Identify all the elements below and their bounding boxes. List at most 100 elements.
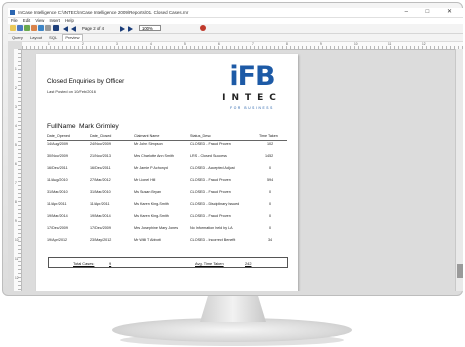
fullname-value: Mark Grimley bbox=[79, 123, 119, 130]
ruler-mark: 11 bbox=[388, 42, 392, 46]
column-header-date-opened: Date_Opened bbox=[47, 134, 70, 138]
table-row: 17/Dec/2009 17/Dec/2009 Mrs Josephine Ma… bbox=[36, 226, 298, 236]
cell-date-opened: 14/Aug/2009 bbox=[47, 142, 68, 146]
logo-sub: INTEC bbox=[222, 93, 282, 103]
avg-time-label: Avg. Time Taken bbox=[195, 261, 224, 266]
cell-date-closed: 21/Nov/2013 bbox=[90, 154, 111, 158]
cell-time-taken: 0 bbox=[269, 214, 272, 218]
cell-date-opened: 31/Mar/2010 bbox=[47, 190, 68, 194]
table-row: 19/Apr/2012 23/May/2012 Mr Willi T Abbot… bbox=[36, 238, 298, 248]
cell-time-taken: 0 bbox=[269, 166, 272, 170]
column-header-date-closed: Date_Closed bbox=[90, 134, 112, 138]
ifb-intec-logo: iFB INTEC FOR BUSINESS bbox=[219, 62, 285, 116]
ruler-mark: 5 bbox=[15, 143, 17, 147]
cell-claimant-name: Ms Susan Bryan bbox=[134, 190, 162, 194]
ruler-mark: 9 bbox=[320, 42, 322, 46]
vertical-scrollbar[interactable] bbox=[455, 49, 463, 291]
ruler-mark: 8 bbox=[15, 200, 17, 204]
fullname-label: FullName bbox=[47, 123, 76, 130]
cell-time-taken: 0 bbox=[269, 202, 272, 206]
print-icon[interactable] bbox=[38, 25, 44, 31]
zoom-select[interactable]: 100% bbox=[139, 25, 161, 31]
monitor-stand-neck bbox=[200, 296, 266, 322]
ruler-mark: 10 bbox=[354, 42, 358, 46]
view-tabs: Query Layout SQL Preview bbox=[8, 34, 463, 41]
cell-date-closed: 11/Apr/2011 bbox=[90, 202, 110, 206]
open-icon[interactable] bbox=[10, 25, 16, 31]
last-posted-date: Last Posted on 10/Feb/2016 bbox=[47, 89, 96, 94]
last-page-icon[interactable] bbox=[128, 26, 133, 32]
ruler-mark: 12 bbox=[422, 42, 426, 46]
settings-icon[interactable] bbox=[45, 25, 51, 31]
stop-icon[interactable] bbox=[200, 25, 206, 31]
ruler-mark: 3 bbox=[15, 105, 17, 109]
vertical-ruler: 1 2 3 4 5 6 7 8 9 10 11 12 bbox=[14, 49, 22, 291]
ruler-mark: 12 bbox=[15, 276, 19, 280]
ruler-mark: 2 bbox=[82, 42, 84, 46]
totals-box: Total Cases: 9 Avg. Time Taken 242 bbox=[48, 257, 288, 268]
table-row: 30/Nov/2009 21/Nov/2013 Mrs Charlotte An… bbox=[36, 154, 298, 164]
tab-preview[interactable]: Preview bbox=[62, 34, 83, 41]
table-row: 19/Mar/2014 19/Mar/2014 Ms Karen King-Sm… bbox=[36, 214, 298, 224]
ruler-mark: 6 bbox=[218, 42, 220, 46]
header-divider bbox=[47, 140, 287, 141]
menu-help[interactable]: Help bbox=[65, 18, 74, 23]
ruler-mark: 2 bbox=[15, 86, 17, 90]
cell-status-desc: CLOSED - Accepted Adjust bbox=[190, 166, 235, 170]
next-page-icon[interactable] bbox=[120, 26, 125, 32]
cell-date-closed: 19/Mar/2014 bbox=[90, 214, 111, 218]
cell-date-opened: 19/Apr/2012 bbox=[47, 238, 68, 242]
cell-claimant-name: Mrs Josephine Mary Jones bbox=[134, 226, 179, 230]
cell-claimant-name: Mr Jamie P Achonyd bbox=[134, 166, 168, 170]
cell-claimant-name: Mr Willi T Abbott bbox=[134, 238, 161, 242]
grid-icon[interactable] bbox=[53, 25, 59, 31]
cell-status-desc: CLOSED - Incorrect Benefit bbox=[190, 238, 236, 242]
cell-status-desc: No Information held by LA bbox=[190, 226, 233, 230]
page-indicator: Page 2 of 4 bbox=[82, 26, 104, 31]
cell-claimant-name: Mr John Simpson bbox=[134, 142, 163, 146]
previous-page-icon[interactable] bbox=[71, 26, 76, 32]
cell-date-closed: 24/Nov/2009 bbox=[90, 142, 111, 146]
ruler-mark: 5 bbox=[184, 42, 186, 46]
ruler-mark: 7 bbox=[15, 181, 17, 185]
tab-sql[interactable]: SQL bbox=[47, 34, 59, 41]
table-row: 11/Apr/2011 11/Apr/2011 Ms Karen King-Sm… bbox=[36, 202, 298, 212]
ruler-mark: 8 bbox=[286, 42, 288, 46]
cell-status-desc: LRS - Closed Success bbox=[190, 154, 227, 158]
menu-edit[interactable]: Edit bbox=[23, 18, 30, 23]
maximize-button[interactable]: □ bbox=[426, 9, 438, 15]
first-page-icon[interactable] bbox=[63, 26, 68, 32]
cell-status-desc: CLOSED - Disciplinary Issued bbox=[190, 202, 240, 206]
cell-date-closed: 23/May/2012 bbox=[90, 238, 112, 242]
cell-status-desc: CLOSED - Fraud Proven bbox=[190, 178, 231, 182]
export-icon[interactable] bbox=[31, 25, 37, 31]
app-icon bbox=[10, 10, 15, 16]
logo-tagline: FOR BUSINESS bbox=[230, 106, 274, 110]
close-button[interactable]: ✕ bbox=[447, 9, 460, 15]
menu-file[interactable]: File bbox=[11, 18, 18, 23]
tab-query[interactable]: Query bbox=[10, 34, 25, 41]
menu-view[interactable]: View bbox=[35, 18, 44, 23]
cell-date-closed: 31/Mar/2010 bbox=[90, 190, 111, 194]
table-row: 16/Dec/2011 16/Dec/2011 Mr Jamie P Achon… bbox=[36, 166, 298, 176]
cell-time-taken: 0 bbox=[269, 190, 272, 194]
ruler-mark: 10 bbox=[15, 238, 19, 242]
column-header-time-taken: Time Taken bbox=[259, 134, 278, 138]
ruler-mark: 7 bbox=[252, 42, 254, 46]
ruler-mark: 3 bbox=[116, 42, 118, 46]
cell-date-opened: 11/Aug/2010 bbox=[47, 178, 68, 182]
column-header-claimant-name: Claimant Name bbox=[134, 134, 160, 138]
cell-date-opened: 11/Apr/2011 bbox=[47, 202, 67, 206]
menu-insert[interactable]: Insert bbox=[50, 18, 60, 23]
vertical-scroll-thumb[interactable] bbox=[457, 264, 463, 278]
minimize-button[interactable]: – bbox=[405, 9, 416, 15]
cell-claimant-name: Ms Karen King-Smith bbox=[134, 202, 169, 206]
monitor-bezel: InCase Intelligence C:\INTEC\InCase Inte… bbox=[2, 2, 463, 296]
cell-date-opened: 16/Dec/2011 bbox=[47, 166, 68, 170]
refresh-icon[interactable] bbox=[24, 25, 30, 31]
tab-layout[interactable]: Layout bbox=[28, 34, 44, 41]
cell-status-desc: CLOSED - Fraud Proven bbox=[190, 190, 231, 194]
ruler-mark: 9 bbox=[15, 219, 17, 223]
cell-status-desc: CLOSED - Fraud Proven bbox=[190, 214, 231, 218]
save-icon[interactable] bbox=[17, 25, 23, 31]
